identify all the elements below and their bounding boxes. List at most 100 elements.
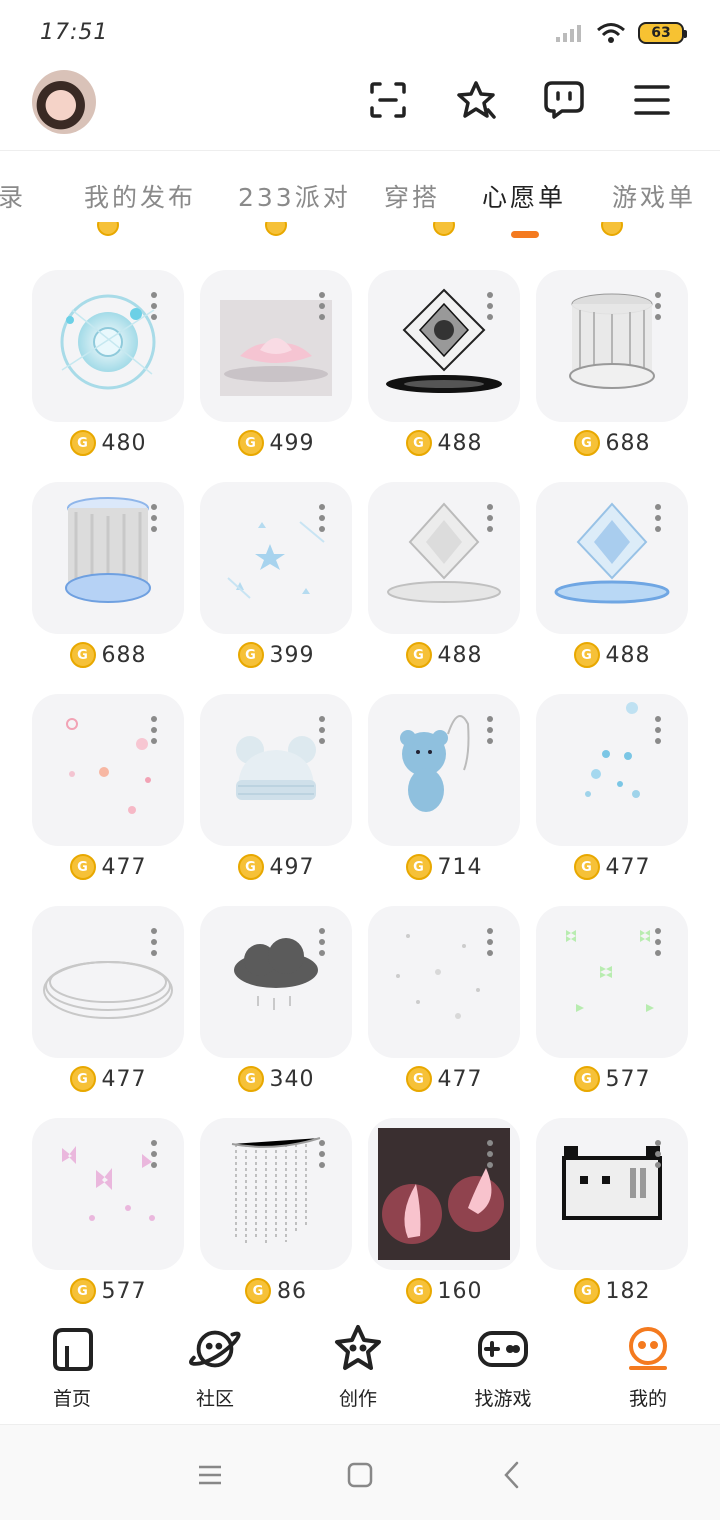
price-value: 182 xyxy=(605,1278,651,1304)
price-value: 480 xyxy=(101,430,147,456)
wishlist-item[interactable]: G 488 xyxy=(368,270,520,470)
header-divider xyxy=(0,150,720,151)
item-price: G 688 xyxy=(32,642,184,668)
wishlist-item[interactable]: G 488 xyxy=(368,482,520,682)
scan-icon[interactable] xyxy=(366,78,410,122)
recent-apps-icon[interactable] xyxy=(190,1455,230,1495)
wishlist-item[interactable]: G 499 xyxy=(200,270,352,470)
tab-233-party[interactable]: 233派对 xyxy=(238,178,351,214)
avatar[interactable] xyxy=(32,70,96,134)
nav-community[interactable]: 社区 xyxy=(160,1322,270,1412)
wishlist-item[interactable]: G 399 xyxy=(200,482,352,682)
wishlist-item[interactable]: G 477 xyxy=(32,694,184,894)
more-options-icon[interactable] xyxy=(319,504,325,532)
more-options-icon[interactable] xyxy=(487,716,493,744)
more-options-icon[interactable] xyxy=(319,716,325,744)
more-options-icon[interactable] xyxy=(655,928,661,956)
tab-outfits[interactable]: 穿搭 xyxy=(384,178,440,214)
wishlist-item[interactable]: G 577 xyxy=(32,1118,184,1310)
menu-icon[interactable] xyxy=(630,78,674,122)
item-thumbnail-blue-pillar[interactable] xyxy=(32,482,184,634)
more-options-icon[interactable] xyxy=(487,928,493,956)
more-options-icon[interactable] xyxy=(151,504,157,532)
wishlist-item[interactable]: G 688 xyxy=(32,482,184,682)
item-price: G 714 xyxy=(368,854,520,880)
wishlist-item[interactable]: G 340 xyxy=(200,906,352,1106)
nav-find-games[interactable]: 找游戏 xyxy=(448,1322,558,1412)
more-options-icon[interactable] xyxy=(319,928,325,956)
item-thumbnail-silver-rings[interactable] xyxy=(32,906,184,1058)
item-price: G 399 xyxy=(200,642,352,668)
wishlist-item[interactable]: G 477 xyxy=(32,906,184,1106)
item-thumbnail-green-butterflies[interactable] xyxy=(536,906,688,1058)
tab-my-posts[interactable]: 我的发布 xyxy=(84,178,196,214)
item-thumbnail-pink-butterflies[interactable] xyxy=(32,1118,184,1270)
system-navigation-bar xyxy=(0,1424,720,1520)
price-value: 399 xyxy=(269,642,315,668)
wishlist-item[interactable]: G 86 xyxy=(200,1118,352,1310)
favorites-star-icon[interactable] xyxy=(454,78,498,122)
more-options-icon[interactable] xyxy=(655,1140,661,1168)
nav-mine[interactable]: 我的 xyxy=(593,1322,703,1412)
item-thumbnail-rain-cloud[interactable] xyxy=(200,906,352,1058)
wishlist-item[interactable]: G 160 xyxy=(368,1118,520,1310)
wishlist-item[interactable]: G 497 xyxy=(200,694,352,894)
item-thumbnail-pink-horns[interactable] xyxy=(368,1118,520,1270)
nav-community-label: 社区 xyxy=(195,1388,234,1410)
message-icon[interactable] xyxy=(542,78,586,122)
price-value: 477 xyxy=(101,854,147,880)
more-options-icon[interactable] xyxy=(655,716,661,744)
coin-icon: G xyxy=(573,1278,600,1304)
item-thumbnail-blue-crystal-stage[interactable] xyxy=(536,482,688,634)
wishlist-item[interactable]: G 714 xyxy=(368,694,520,894)
nav-create[interactable]: 创作 xyxy=(303,1322,413,1412)
more-options-icon[interactable] xyxy=(151,928,157,956)
wishlist-item[interactable]: G 182 xyxy=(536,1118,688,1310)
more-options-icon[interactable] xyxy=(487,292,493,320)
item-thumbnail-pink-lotus[interactable] xyxy=(200,270,352,422)
item-price: G 577 xyxy=(536,1066,688,1092)
item-thumbnail-star-dust[interactable] xyxy=(368,906,520,1058)
tab-wishlist[interactable]: 心愿单 xyxy=(482,178,566,214)
item-thumbnail-silver-pillar[interactable] xyxy=(536,270,688,422)
item-price: G 480 xyxy=(32,430,184,456)
more-options-icon[interactable] xyxy=(487,504,493,532)
more-options-icon[interactable] xyxy=(151,1140,157,1168)
item-thumbnail-pink-sparkles[interactable] xyxy=(32,694,184,846)
item-thumbnail-dark-crystal-stage[interactable] xyxy=(368,270,520,422)
item-thumbnail-bead-curtain[interactable] xyxy=(200,1118,352,1270)
item-price: G 477 xyxy=(368,1066,520,1092)
item-price: G 160 xyxy=(368,1278,520,1304)
item-thumbnail-silver-crystal-stage[interactable] xyxy=(368,482,520,634)
more-options-icon[interactable] xyxy=(151,292,157,320)
item-thumbnail-blue-bear-charm[interactable] xyxy=(368,694,520,846)
coin-icon: G xyxy=(405,854,432,880)
more-options-icon[interactable] xyxy=(655,292,661,320)
wishlist-item[interactable]: G 477 xyxy=(368,906,520,1106)
item-thumbnail-ice-orb[interactable] xyxy=(32,270,184,422)
tab-records[interactable]: 记录 xyxy=(0,178,26,214)
wishlist-item[interactable]: G 488 xyxy=(536,482,688,682)
wishlist-item[interactable]: G 688 xyxy=(536,270,688,470)
tab-game-lists[interactable]: 游戏单 xyxy=(612,178,696,214)
gamepad-icon xyxy=(476,1322,530,1376)
nav-home[interactable]: 首页 xyxy=(17,1322,127,1412)
price-value: 688 xyxy=(605,430,651,456)
more-options-icon[interactable] xyxy=(487,1140,493,1168)
wishlist-item[interactable]: G 477 xyxy=(536,694,688,894)
prev-row-cutoff xyxy=(200,222,352,236)
item-thumbnail-pixel-cat[interactable] xyxy=(536,1118,688,1270)
item-thumbnail-blue-sparkles[interactable] xyxy=(536,694,688,846)
item-price: G 182 xyxy=(536,1278,688,1304)
back-icon[interactable] xyxy=(492,1455,532,1495)
home-button-icon[interactable] xyxy=(340,1455,380,1495)
more-options-icon[interactable] xyxy=(319,1140,325,1168)
wishlist-item[interactable]: G 577 xyxy=(536,906,688,1106)
item-thumbnail-bear-beanie[interactable] xyxy=(200,694,352,846)
more-options-icon[interactable] xyxy=(151,716,157,744)
more-options-icon[interactable] xyxy=(655,504,661,532)
wishlist-item[interactable]: G 480 xyxy=(32,270,184,470)
more-options-icon[interactable] xyxy=(319,292,325,320)
coin-icon: G xyxy=(237,430,264,456)
item-thumbnail-blue-stars[interactable] xyxy=(200,482,352,634)
